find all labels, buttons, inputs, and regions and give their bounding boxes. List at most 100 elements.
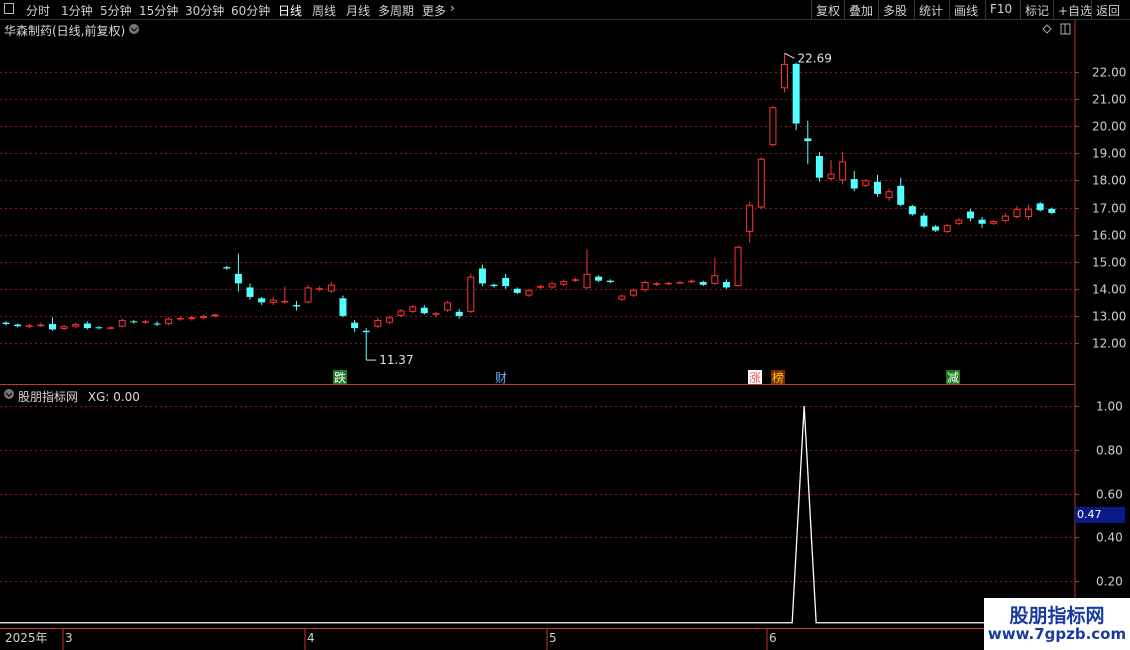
candle-body[interactable] bbox=[502, 277, 510, 287]
candle-body[interactable] bbox=[781, 63, 789, 89]
watermark-title: 股朋指标网 bbox=[1009, 605, 1105, 627]
candle-body[interactable] bbox=[955, 219, 963, 224]
candle-body[interactable] bbox=[711, 275, 719, 284]
candle-body[interactable] bbox=[48, 324, 56, 330]
candle-body[interactable] bbox=[467, 276, 475, 312]
candle-body[interactable] bbox=[722, 282, 730, 288]
candle-body[interactable] bbox=[490, 284, 498, 287]
indicator-tick-label: 0.60 bbox=[1096, 488, 1123, 502]
candle-body[interactable] bbox=[664, 282, 672, 285]
candle-body[interactable] bbox=[966, 211, 974, 219]
candle-body[interactable] bbox=[385, 317, 393, 323]
candle-body[interactable] bbox=[72, 324, 80, 327]
candle-body[interactable] bbox=[200, 315, 208, 319]
candle-body[interactable] bbox=[804, 138, 812, 142]
candle-body[interactable] bbox=[874, 181, 881, 194]
candle-body[interactable] bbox=[920, 215, 928, 227]
candle-body[interactable] bbox=[571, 279, 579, 281]
price-tick-label: 18.00 bbox=[1092, 174, 1126, 188]
candle-body[interactable] bbox=[165, 318, 173, 325]
candle-body[interactable] bbox=[757, 158, 765, 208]
candle-body[interactable] bbox=[234, 273, 242, 284]
candle-body[interactable] bbox=[676, 282, 684, 284]
candle-body[interactable] bbox=[304, 287, 312, 303]
candle-body[interactable] bbox=[188, 317, 196, 320]
candle-body[interactable] bbox=[374, 319, 382, 327]
candle-body[interactable] bbox=[107, 327, 115, 329]
candle-body[interactable] bbox=[1025, 208, 1033, 217]
max-marker-arrow bbox=[784, 52, 795, 59]
candle-body[interactable] bbox=[281, 300, 289, 303]
candle-body[interactable] bbox=[850, 179, 858, 189]
candle-body[interactable] bbox=[839, 161, 847, 181]
candle-body[interactable] bbox=[130, 321, 138, 323]
candle-body[interactable] bbox=[432, 313, 440, 315]
candle-body[interactable] bbox=[339, 298, 347, 316]
candle-body[interactable] bbox=[293, 305, 300, 307]
dropdown-icon[interactable] bbox=[129, 24, 139, 34]
candle-body[interactable] bbox=[351, 322, 359, 329]
candle-body[interactable] bbox=[1048, 208, 1056, 213]
candle-body[interactable] bbox=[769, 107, 777, 146]
candle-body[interactable] bbox=[327, 284, 335, 292]
candle-body[interactable] bbox=[269, 299, 277, 303]
candle-body[interactable] bbox=[153, 323, 161, 325]
candle-body[interactable] bbox=[118, 319, 126, 327]
candle-body[interactable] bbox=[699, 282, 707, 285]
candle-body[interactable] bbox=[258, 298, 266, 303]
price-tick-label: 16.00 bbox=[1092, 229, 1126, 243]
candle-body[interactable] bbox=[513, 288, 521, 293]
candle-body[interactable] bbox=[1036, 203, 1044, 211]
candle-body[interactable] bbox=[606, 280, 614, 283]
candle-body[interactable] bbox=[885, 191, 893, 199]
candle-body[interactable] bbox=[653, 283, 661, 285]
candle-body[interactable] bbox=[25, 325, 33, 327]
kline-chart[interactable]: 22.00 21.00 20.00 19.00 18.00 17.00 16.00 15.00… bbox=[0, 0, 1130, 650]
candle-body[interactable] bbox=[746, 204, 754, 232]
candle-body[interactable] bbox=[478, 268, 486, 284]
candle-body[interactable] bbox=[176, 318, 184, 320]
candle-body[interactable] bbox=[827, 173, 835, 180]
candle-body[interactable] bbox=[397, 310, 405, 316]
candle-body[interactable] bbox=[618, 295, 626, 300]
candle-body[interactable] bbox=[1013, 208, 1021, 217]
candle-body[interactable] bbox=[583, 273, 591, 289]
candle-body[interactable] bbox=[223, 267, 231, 269]
candle-body[interactable] bbox=[548, 283, 556, 288]
candle-body[interactable] bbox=[246, 287, 254, 297]
candle-body[interactable] bbox=[316, 288, 324, 290]
candle-body[interactable] bbox=[14, 324, 22, 327]
candle-body[interactable] bbox=[629, 290, 637, 296]
candle-body[interactable] bbox=[444, 302, 452, 311]
candle-body[interactable] bbox=[95, 327, 103, 329]
indicator-dropdown-icon[interactable] bbox=[4, 389, 14, 399]
candle-body[interactable] bbox=[211, 314, 219, 317]
candle-body[interactable] bbox=[990, 221, 998, 224]
candle-body[interactable] bbox=[641, 282, 649, 291]
candle-body[interactable] bbox=[897, 185, 905, 205]
candle-body[interactable] bbox=[734, 246, 742, 287]
candle-body[interactable] bbox=[560, 281, 568, 285]
candle-body[interactable] bbox=[537, 286, 545, 288]
candle-body[interactable] bbox=[1001, 215, 1009, 222]
candle-body[interactable] bbox=[409, 306, 417, 312]
candle-body[interactable] bbox=[141, 321, 149, 323]
candle-body[interactable] bbox=[37, 324, 45, 327]
candle-body[interactable] bbox=[792, 63, 800, 124]
candle-body[interactable] bbox=[83, 323, 91, 329]
candle-body[interactable] bbox=[595, 276, 603, 281]
candle-body[interactable] bbox=[420, 307, 428, 314]
candle-body[interactable] bbox=[525, 290, 533, 296]
candle-body[interactable] bbox=[2, 322, 10, 325]
candle-body[interactable] bbox=[862, 180, 870, 186]
candle-body[interactable] bbox=[60, 326, 68, 329]
candle-body[interactable] bbox=[455, 311, 463, 316]
candle-body[interactable] bbox=[815, 156, 823, 178]
candle-body[interactable] bbox=[362, 330, 370, 333]
candle-body[interactable] bbox=[932, 226, 940, 231]
candle-body[interactable] bbox=[688, 280, 696, 283]
diamond-icon[interactable] bbox=[1042, 24, 1052, 34]
candle-body[interactable] bbox=[908, 206, 916, 215]
candle-body[interactable] bbox=[943, 225, 951, 232]
candle-body[interactable] bbox=[978, 219, 986, 224]
